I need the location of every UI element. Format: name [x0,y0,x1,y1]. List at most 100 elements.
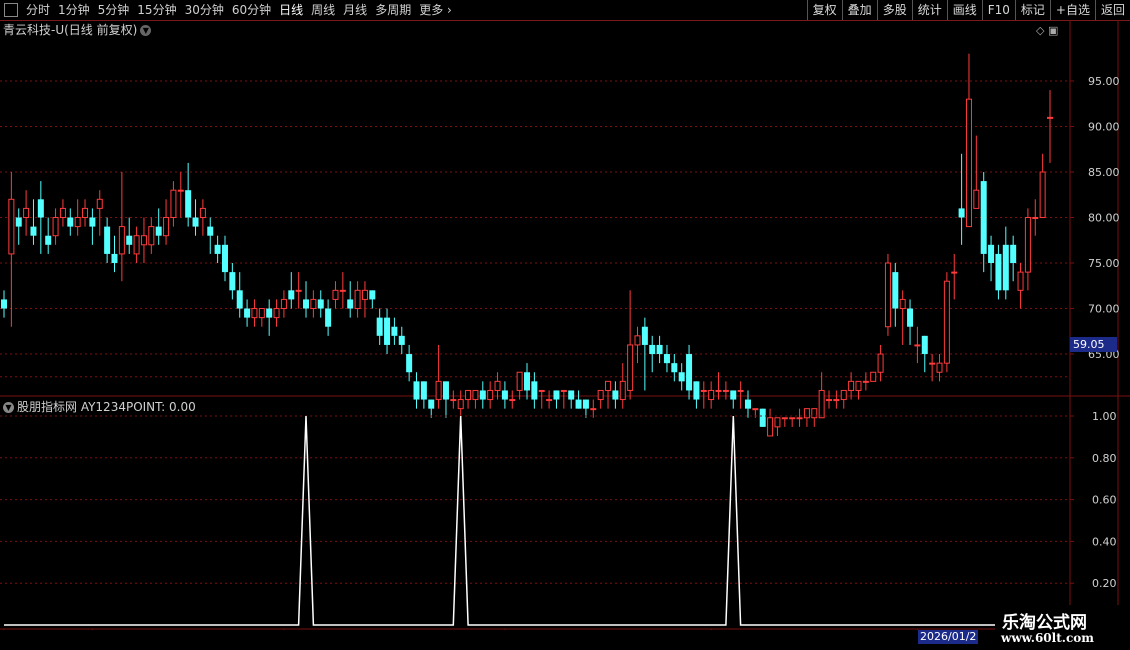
candle-body [96,198,103,209]
candle-body [1017,271,1024,291]
candle-body [347,299,354,309]
candle-body [833,399,840,402]
candle-body [605,380,612,391]
indicator-tick-label: 1.00 [1092,410,1117,423]
period-tab[interactable]: 多周期 [371,0,415,20]
candle-body [980,181,987,254]
chevron-down-icon[interactable]: ▼ [3,402,14,413]
candle-body [295,289,302,292]
candle-body [148,226,155,246]
candle-body [1032,217,1039,219]
period-tab[interactable]: 分时 [22,0,54,20]
candle-body [23,207,30,218]
candle-body [8,198,15,255]
candle-body [781,417,788,420]
candle-body [693,381,700,400]
candle-body [744,399,751,409]
price-tick-label: 95.00 [1088,75,1120,88]
candle-body [848,380,855,391]
candle-body [892,272,899,309]
toolbar-button[interactable]: +自选 [1049,0,1095,20]
toolbar-button[interactable]: 叠加 [841,0,877,20]
period-tab[interactable]: 周线 [307,0,339,20]
candle-body [428,399,435,409]
candle-body [973,189,980,209]
candle-body [590,408,597,411]
current-price-tag: 59.05 [1070,337,1117,352]
candle-body [501,390,508,400]
menu-icon[interactable] [4,3,18,17]
candle-body [516,371,523,391]
toolbar-button[interactable]: 标记 [1014,0,1050,20]
period-tab[interactable]: 更多 › [415,0,456,20]
period-tab[interactable]: 日线 [275,0,307,20]
candle-body [74,217,81,228]
price-tick-label: 85.00 [1088,166,1120,179]
chart-area[interactable]: 95.0090.0085.0080.0075.0070.0065.001.000… [0,20,1130,630]
candle-body [538,389,545,392]
toolbar-button[interactable]: 多股 [876,0,912,20]
price-tick-label: 70.00 [1088,303,1120,316]
candle-body [612,390,619,400]
period-tab[interactable]: 30分钟 [181,0,228,20]
candle-body [111,253,118,264]
candle-body [715,389,722,392]
period-tab[interactable]: 1分钟 [54,0,94,20]
watermark-url: www.60lt.com [1001,631,1094,645]
watermark-title: 乐淘公式网 [1002,613,1087,633]
period-tab[interactable]: 15分钟 [133,0,180,20]
toolbar-button[interactable]: 复权 [806,0,842,20]
candle-body [376,317,383,336]
candle-body [52,217,59,237]
period-tab[interactable]: 月线 [339,0,371,20]
candle-body [818,389,825,419]
candle-body [104,226,111,254]
price-tick-label: 75.00 [1088,257,1120,270]
candle-body [126,235,133,245]
candle-body [855,380,862,391]
candle-body [420,381,427,400]
indicator-title-text: 股朋指标网 AY1234POINT: 0.00 [17,400,196,414]
candle-body [951,271,958,274]
period-tab[interactable]: 5分钟 [94,0,134,20]
candle-body [332,289,339,300]
candle-body [251,308,258,319]
candle-body [627,344,634,391]
candle-body [907,308,914,327]
candle-body [30,226,37,236]
candle-body [722,389,729,392]
candle-body [140,235,147,246]
candle-body [303,299,310,309]
toolbar-button[interactable]: 返回 [1094,0,1130,20]
current-date-box: 2026/01/2 [918,630,979,644]
candle-body [266,308,273,318]
indicator-line [4,415,1050,626]
candle-body [236,290,243,309]
candle-body [560,389,567,392]
candle-body [509,399,516,402]
candle-body [531,381,538,400]
candle-body [877,353,884,373]
candle-body [457,399,464,410]
candle-body [384,317,391,345]
candle-body [450,399,457,402]
candle-body [752,408,759,411]
price-tick-label: 80.00 [1088,212,1120,225]
candle-body [59,207,66,218]
candle-body [546,399,553,402]
toolbar-button[interactable]: F10 [981,0,1015,20]
candle-body [730,390,737,400]
candle-body [273,308,280,319]
candle-body [221,244,228,273]
toolbar-button[interactable]: 统计 [911,0,947,20]
candle-body [995,253,1002,291]
candle-body [37,199,44,218]
candle-body [965,98,972,228]
candle-body [663,354,670,364]
period-tab[interactable]: 60分钟 [228,0,275,20]
candle-body [582,399,589,409]
candle-body [89,217,96,227]
candle-body [826,399,833,402]
toolbar-button[interactable]: 画线 [946,0,982,20]
candle-body [958,208,965,218]
